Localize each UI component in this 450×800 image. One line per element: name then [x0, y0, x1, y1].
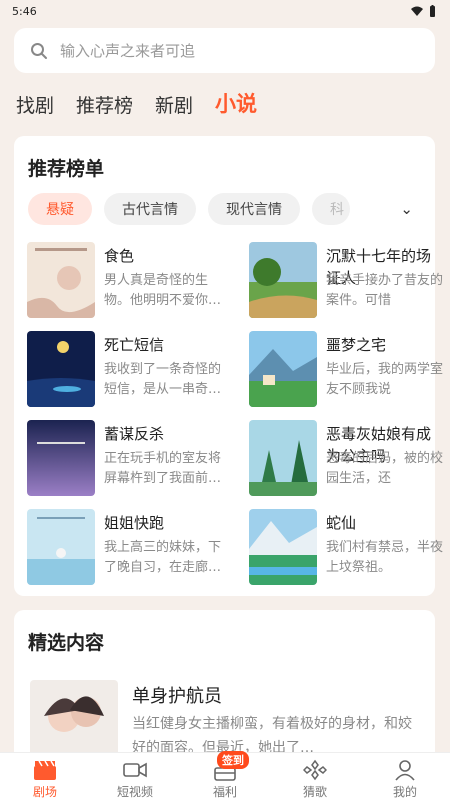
- book-item[interactable]: 沉默十七年的场证人 我亲手接办了昔友的案件。可惜: [249, 242, 443, 320]
- book-desc: 恶毒的后妈，被的校园生活，还: [326, 451, 444, 486]
- search-placeholder: 输入心声之来者可追: [60, 42, 196, 60]
- tab-recommend-rank[interactable]: 推荐榜: [76, 91, 133, 118]
- book-desc: 我上高三的妹妹，下了晚自习，在走廊…: [104, 540, 222, 575]
- wifi-icon: [411, 6, 423, 16]
- chevron-down-icon[interactable]: ⌄: [400, 200, 413, 218]
- book-cover: [27, 420, 95, 496]
- nav-label: 剧场: [32, 785, 57, 799]
- book-desc: 男人真是奇怪的生物。他明明不爱你…: [104, 273, 222, 308]
- nav-label: 福利: [212, 785, 237, 799]
- book-item[interactable]: 噩梦之宅 毕业后，我的两学室友不顾我说: [249, 331, 443, 409]
- book-cover: [249, 420, 317, 496]
- book-cover: [249, 509, 317, 585]
- nav-mine[interactable]: 我的: [360, 753, 450, 800]
- book-cover: [249, 331, 317, 407]
- top-tabs: 找剧 推荐榜 新剧 小说: [16, 88, 257, 118]
- user-icon: [395, 760, 415, 781]
- chip-suspense[interactable]: 悬疑: [28, 193, 92, 225]
- book-item[interactable]: 食色 男人真是奇怪的生物。他明明不爱你…: [27, 242, 221, 320]
- book-desc: 我收到了一条奇怪的短信，是从一串奇…: [104, 362, 222, 397]
- book-title: 噩梦之宅: [326, 336, 387, 354]
- selected-item-title[interactable]: 单身护航员: [132, 682, 222, 708]
- book-title: 死亡短信: [104, 336, 165, 354]
- book-item[interactable]: 恶毒灰姑娘有成为公主吗 恶毒的后妈，被的校园生活，还: [249, 420, 443, 498]
- status-time: 5:46: [12, 4, 37, 18]
- tab-novel[interactable]: 小说: [215, 88, 257, 118]
- chip-ancient-romance[interactable]: 古代言情: [104, 193, 196, 225]
- book-cover: [27, 331, 95, 407]
- nav-label: 我的: [392, 785, 417, 799]
- nav-welfare[interactable]: 签到 福利: [180, 751, 270, 800]
- status-bar: 5:46: [0, 0, 450, 22]
- recommend-title: 推荐榜单: [28, 158, 105, 180]
- chip-modern-romance[interactable]: 现代言情: [208, 193, 300, 225]
- book-cover: [27, 242, 95, 318]
- book-desc: 我们村有禁忌，半夜上坟祭祖。: [326, 540, 444, 575]
- nav-theater[interactable]: 剧场: [0, 753, 90, 800]
- bottom-nav: 剧场 短视频 签到 福利 猜歌 我的: [0, 751, 450, 800]
- book-item[interactable]: 蛇仙 我们村有禁忌，半夜上坟祭祖。: [249, 509, 443, 587]
- book-title: 蛇仙: [326, 514, 357, 532]
- video-camera-icon: [123, 762, 147, 778]
- chip-scifi[interactable]: 科: [312, 193, 350, 225]
- book-item[interactable]: 姐姐快跑 我上高三的妹妹，下了晚自习，在走廊…: [27, 509, 221, 587]
- book-title: 蓄谋反杀: [104, 425, 165, 443]
- book-cover: [249, 242, 317, 318]
- book-cover: [27, 509, 95, 585]
- book-title: 姐姐快跑: [104, 514, 165, 532]
- book-title: 食色: [104, 247, 135, 265]
- tab-new-drama[interactable]: 新剧: [155, 91, 193, 118]
- book-desc: 毕业后，我的两学室友不顾我说: [326, 362, 444, 397]
- tab-find-drama[interactable]: 找剧: [16, 91, 54, 118]
- gamepad-icon: [303, 759, 327, 781]
- book-desc: 我亲手接办了昔友的案件。可惜: [326, 273, 444, 308]
- checkin-badge: 签到: [217, 751, 249, 769]
- book-desc: 正在玩手机的室友将屏幕杵到了我面前…: [104, 451, 222, 486]
- nav-label: 短视频: [116, 785, 153, 799]
- battery-icon: [430, 5, 435, 17]
- nav-guess-song[interactable]: 猜歌: [270, 753, 360, 800]
- recommend-card: 推荐榜单 悬疑 古代言情 现代言情 科 ⌄ 食色 男人真是奇怪的生物。他明明不爱…: [14, 136, 443, 596]
- search-bar[interactable]: 输入心声之来者可追: [14, 28, 435, 73]
- status-icons: [411, 5, 436, 17]
- nav-short-video[interactable]: 短视频: [90, 753, 180, 800]
- selected-title: 精选内容: [28, 632, 105, 654]
- search-icon: [31, 42, 47, 59]
- clapperboard-icon: [34, 760, 56, 780]
- category-chips: 悬疑 古代言情 现代言情 科: [28, 193, 350, 225]
- book-item[interactable]: 死亡短信 我收到了一条奇怪的短信，是从一串奇…: [27, 331, 221, 409]
- book-item[interactable]: 蓄谋反杀 正在玩手机的室友将屏幕杵到了我面前…: [27, 420, 221, 498]
- nav-label: 猜歌: [302, 785, 327, 799]
